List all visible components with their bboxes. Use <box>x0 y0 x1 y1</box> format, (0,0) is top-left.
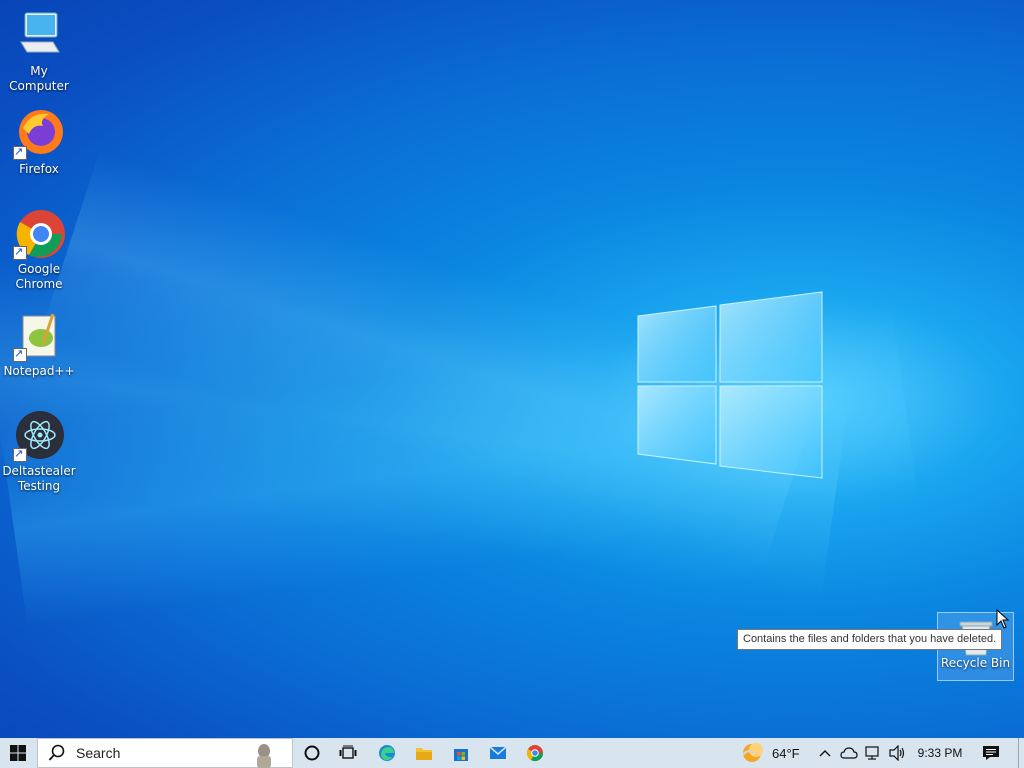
desktop-icon-label: Google Chrome <box>15 262 63 291</box>
notification-icon <box>983 746 999 760</box>
clock-time: 9:33 PM <box>917 746 963 760</box>
mouse-cursor-icon <box>996 609 1010 629</box>
desktop-icon-google-chrome[interactable]: Google Chrome <box>0 208 78 292</box>
cortana-button[interactable] <box>299 738 325 768</box>
desktop-icon-label: Deltastealer Testing <box>2 464 76 493</box>
shortcut-arrow-icon <box>13 244 27 260</box>
store-taskbar-button[interactable] <box>448 738 474 768</box>
desktop-icon-label: Notepad++ <box>3 364 75 378</box>
moon-weather-icon <box>742 743 763 762</box>
windows-start-icon <box>10 745 26 761</box>
store-icon <box>454 749 468 761</box>
desktop-icon-label: Firefox <box>19 162 59 176</box>
search-placeholder: Search <box>76 745 121 761</box>
task-view-icon <box>339 745 357 759</box>
start-button[interactable] <box>0 738 36 768</box>
electron-icon <box>13 410 65 462</box>
network-icon <box>865 746 879 760</box>
shortcut-arrow-icon <box>13 144 27 160</box>
show-hidden-icons-button[interactable] <box>817 738 833 768</box>
desktop-icon-label: My Computer <box>9 64 69 93</box>
task-view-button[interactable] <box>335 738 361 768</box>
taskbar-search-box[interactable]: Search <box>37 738 293 768</box>
clock-button[interactable]: 9:33 PM <box>912 738 968 768</box>
show-desktop-button[interactable] <box>1018 738 1024 768</box>
mail-taskbar-button[interactable] <box>485 738 511 768</box>
windows-logo-wallpaper <box>637 291 823 479</box>
chevron-up-icon <box>819 750 831 757</box>
cortana-icon <box>304 745 320 761</box>
chrome-icon <box>13 208 65 260</box>
weather-widget[interactable]: 64°F <box>740 738 806 768</box>
firefox-icon <box>13 108 65 160</box>
file-explorer-taskbar-button[interactable] <box>411 738 437 768</box>
desktop-icon-label: Recycle Bin <box>940 656 1011 670</box>
file-explorer-icon <box>416 748 432 760</box>
mail-icon <box>489 746 507 759</box>
chrome-taskbar-button[interactable] <box>522 738 548 768</box>
search-icon <box>48 744 65 761</box>
chrome-icon <box>526 745 544 762</box>
desktop-icon-notepad-plus-plus[interactable]: Notepad++ <box>0 310 78 379</box>
cloud-icon <box>840 747 858 759</box>
search-highlight-image-icon <box>257 744 271 768</box>
recycle-bin-tooltip: Contains the files and folders that you … <box>737 629 1003 650</box>
network-tray-button[interactable] <box>864 738 882 768</box>
action-center-button[interactable] <box>978 738 1004 768</box>
desktop-icon-my-computer[interactable]: My Computer <box>0 10 78 94</box>
desktop-icon-deltastealer-testing[interactable]: Deltastealer Testing <box>0 410 78 494</box>
weather-temperature: 64°F <box>772 745 800 761</box>
speaker-icon <box>889 745 905 761</box>
volume-tray-button[interactable] <box>888 738 908 768</box>
computer-icon <box>13 10 65 62</box>
desktop-icon-firefox[interactable]: Firefox <box>0 108 78 177</box>
notepad-plus-plus-icon <box>13 310 65 362</box>
edge-icon <box>379 745 395 761</box>
shortcut-arrow-icon <box>13 446 27 462</box>
onedrive-tray-button[interactable] <box>840 738 858 768</box>
taskbar: Search 64°F 9:33 PM <box>0 738 1024 768</box>
edge-taskbar-button[interactable] <box>374 738 400 768</box>
shortcut-arrow-icon <box>13 346 27 362</box>
